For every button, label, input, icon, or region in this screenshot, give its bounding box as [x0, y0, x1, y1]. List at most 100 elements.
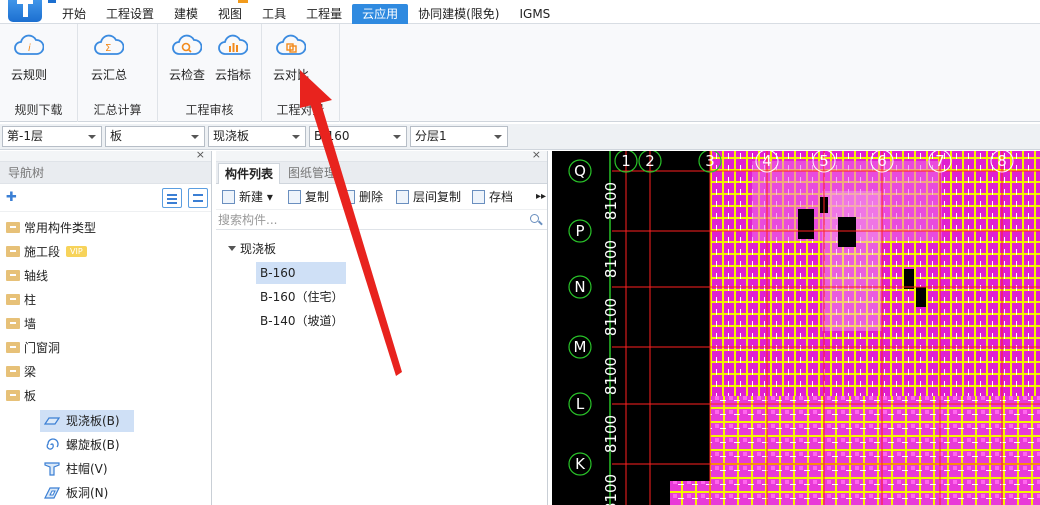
component-search-input[interactable]: 搜索构件... — [216, 210, 547, 230]
axis-label: Q — [574, 162, 586, 180]
axis-label: N — [574, 278, 585, 296]
ribbon-group-compare: 云对比 工程对量 — [262, 24, 340, 122]
tab-component-list[interactable]: 构件列表 — [218, 163, 281, 184]
delete-icon — [342, 190, 355, 204]
type-select[interactable]: 现浇板 — [208, 126, 306, 147]
chevron-down-icon — [228, 246, 236, 251]
quick-access-icon[interactable] — [238, 0, 248, 3]
ribbon-group-rule-download: i 云规则 规则下载 — [0, 24, 78, 122]
menu-tabs: 开始 工程设置 建模 视图 工具 工程量 云应用 协同建模(限免) IGMS — [52, 4, 560, 24]
grid-view-icon[interactable] — [188, 188, 208, 208]
cloud-summary-button[interactable]: Σ 云汇总 — [86, 32, 132, 83]
archive-icon — [472, 190, 485, 204]
nav-tree-title: 导航树 — [0, 162, 211, 184]
axis-label: 5 — [819, 152, 829, 170]
folder-icon — [6, 366, 20, 377]
spiral-slab-icon — [46, 438, 59, 450]
add-icon[interactable]: ✚ — [6, 190, 17, 205]
cloud-indicators-button[interactable]: 云指标 — [210, 32, 256, 83]
tab-cloud-apps[interactable]: 云应用 — [352, 4, 409, 24]
chevron-down-icon — [393, 135, 401, 139]
spacing-label: 8100 — [602, 474, 620, 505]
ribbon-group-summary: Σ 云汇总 汇总计算 — [78, 24, 158, 122]
axis-label: 2 — [645, 152, 655, 170]
folder-icon — [6, 294, 20, 305]
category-select[interactable]: 板 — [105, 126, 205, 147]
opening[interactable] — [838, 217, 856, 247]
spacing-label: 8100 — [602, 357, 620, 395]
slab-zone-dense[interactable] — [670, 396, 1040, 505]
slab-hole-icon — [44, 487, 60, 499]
tab-drawing-management[interactable]: 图纸管理 — [282, 163, 342, 184]
ribbon: i 云规则 规则下载 Σ 云汇总 汇总计算 云检查 云指标 工程审核 云对比 工… — [0, 24, 1040, 122]
chevron-down-icon — [191, 135, 199, 139]
svg-text:Σ: Σ — [105, 43, 111, 54]
spacing-label: 8100 — [602, 298, 620, 336]
search-icon[interactable] — [530, 214, 539, 223]
tab-project-settings[interactable]: 工程设置 — [96, 4, 164, 24]
spacing-label: 8100 — [602, 240, 620, 278]
cloud-compare-icon — [276, 34, 306, 55]
folder-icon — [6, 270, 20, 281]
ribbon-group-review: 云检查 云指标 工程审核 — [158, 24, 262, 122]
more-icon[interactable]: ▸▸ — [536, 188, 546, 206]
axis-label: L — [576, 395, 585, 413]
cad-drawing[interactable]: Q P N M L K 1 2 3 4 5 6 7 8 8100 8100 81… — [552, 151, 1040, 505]
drawing-canvas[interactable]: Q P N M L K 1 2 3 4 5 6 7 8 8100 8100 81… — [552, 151, 1040, 505]
floor-copy-icon — [396, 190, 409, 204]
ribbon-group-label: 工程对量 — [276, 103, 325, 117]
cloud-chart-icon — [218, 34, 248, 55]
new-icon — [222, 190, 235, 204]
chevron-down-icon — [88, 135, 96, 139]
folder-open-icon — [6, 390, 20, 401]
tab-start[interactable]: 开始 — [52, 4, 96, 24]
slab-icon — [44, 417, 60, 425]
close-icon[interactable]: × — [532, 148, 541, 161]
list-view-icon[interactable] — [162, 188, 182, 208]
ribbon-group-label: 汇总计算 — [93, 103, 142, 117]
axis-label: 3 — [705, 152, 715, 170]
tab-modeling[interactable]: 建模 — [164, 4, 208, 24]
component-select[interactable]: B-160 — [309, 126, 407, 147]
tab-collab-modeling[interactable]: 协同建模(限免) — [408, 4, 509, 24]
nav-subitem-cast-slab[interactable]: 现浇板(B) — [40, 410, 134, 432]
tab-view[interactable]: 视图 — [208, 4, 252, 24]
cloud-search-icon — [172, 34, 202, 55]
tab-igms[interactable]: IGMS — [509, 4, 560, 24]
axis-label: K — [575, 455, 586, 473]
column-cap-icon — [44, 462, 60, 476]
spacing-label: 8100 — [602, 415, 620, 453]
folder-icon — [6, 342, 20, 353]
chevron-down-icon — [494, 135, 502, 139]
opening[interactable] — [916, 287, 926, 307]
floor-select[interactable]: 第-1层 — [2, 126, 102, 147]
tab-quantities[interactable]: 工程量 — [296, 4, 352, 24]
close-icon[interactable]: × — [196, 148, 205, 161]
axis-label: 1 — [621, 152, 631, 170]
copy-icon — [288, 190, 301, 204]
menu-bar: 开始 工程设置 建模 视图 工具 工程量 云应用 协同建模(限免) IGMS — [0, 0, 1040, 24]
component-item-b140-ramp[interactable]: B-140（坡道） — [256, 310, 343, 332]
axis-label: 4 — [762, 152, 772, 170]
axis-label: 6 — [877, 152, 887, 170]
cloud-check-button[interactable]: 云检查 — [164, 32, 210, 83]
tab-tools[interactable]: 工具 — [252, 4, 296, 24]
axis-label: 8 — [997, 152, 1007, 170]
cloud-compare-button[interactable]: 云对比 — [268, 32, 314, 83]
quick-access-icon[interactable] — [48, 0, 56, 3]
opening[interactable] — [904, 269, 914, 289]
row-axis-markers: Q P N M L K — [568, 159, 592, 476]
cloud-info-icon: i — [14, 34, 44, 55]
folder-icon — [6, 318, 20, 329]
folder-icon — [6, 246, 20, 257]
app-logo-icon[interactable] — [8, 0, 42, 22]
chevron-down-icon — [292, 135, 300, 139]
opening[interactable] — [798, 209, 814, 239]
layer-select[interactable]: 分层1 — [410, 126, 508, 147]
folder-icon — [6, 222, 20, 233]
axis-label: 7 — [935, 152, 945, 170]
component-item-b160-residential[interactable]: B-160（住宅） — [256, 286, 343, 308]
ribbon-group-label: 工程审核 — [185, 103, 234, 117]
component-item-b160[interactable]: B-160 — [256, 262, 346, 284]
cloud-rules-button[interactable]: i 云规则 — [6, 32, 52, 83]
